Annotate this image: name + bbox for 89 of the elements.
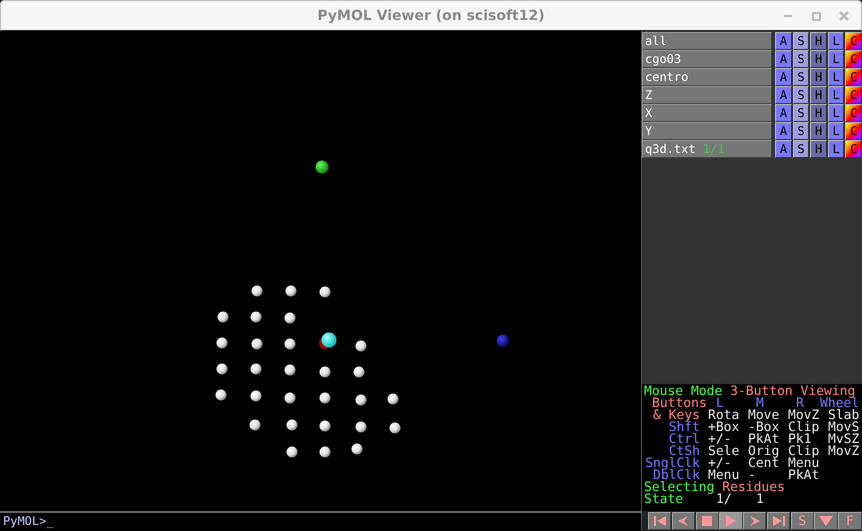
- color-menu-button[interactable]: C: [845, 68, 862, 86]
- step-forward-icon: [750, 516, 760, 526]
- color-menu-button[interactable]: C: [845, 122, 862, 140]
- color-menu-button[interactable]: C: [845, 50, 862, 68]
- first-button[interactable]: [648, 512, 672, 530]
- step-back-icon: [678, 516, 688, 526]
- selecting-label: Selecting: [644, 480, 714, 495]
- object-name-button[interactable]: Y: [642, 122, 772, 140]
- show-menu-button[interactable]: S: [792, 50, 810, 68]
- mouse-action: Orig: [748, 444, 780, 459]
- color-menu-button[interactable]: C: [845, 32, 862, 50]
- mouse-action: Clip: [788, 420, 820, 435]
- mouse-action: PkAt: [788, 468, 820, 483]
- color-menu-button[interactable]: C: [845, 104, 862, 122]
- hide-menu-button[interactable]: H: [810, 68, 827, 86]
- selecting-value: Residues: [722, 480, 785, 495]
- label-menu-button[interactable]: L: [828, 50, 844, 68]
- mouse-button-label: M: [756, 398, 764, 410]
- mouse-action: Rota: [708, 408, 740, 423]
- play-button[interactable]: [719, 512, 743, 530]
- object-name-button[interactable]: all: [642, 32, 772, 50]
- back-button[interactable]: [672, 512, 696, 530]
- label-menu-button[interactable]: L: [828, 104, 844, 122]
- skip-end-icon: [772, 516, 785, 526]
- maximize-icon: [812, 12, 820, 20]
- object-name-button[interactable]: q3d.txt 1/1: [642, 140, 772, 158]
- state-total: 1: [755, 494, 765, 506]
- state-current: 1/: [715, 494, 733, 506]
- play-icon: [726, 515, 736, 527]
- mouse-action: Menu: [708, 468, 740, 483]
- hide-menu-button[interactable]: H: [810, 140, 827, 158]
- label-menu-button[interactable]: L: [828, 86, 844, 104]
- down-triangle-icon: [819, 516, 834, 526]
- object-name-button[interactable]: centro: [642, 68, 772, 86]
- mouse-action: -: [748, 468, 756, 483]
- hide-menu-button[interactable]: H: [810, 32, 827, 50]
- show-menu-button[interactable]: S: [792, 104, 810, 122]
- atom-sphere: [496, 334, 510, 348]
- mouse-action: Move: [748, 408, 780, 423]
- mouse-action: Sele: [708, 444, 740, 459]
- mouse-action: Clip: [788, 444, 820, 459]
- hide-menu-button[interactable]: H: [810, 50, 827, 68]
- modifier-label: & Keys: [653, 408, 700, 423]
- action-menu-button[interactable]: A: [775, 68, 792, 86]
- label-menu-button[interactable]: L: [828, 140, 844, 158]
- object-state: 1/1: [702, 142, 724, 156]
- mouse-action: +/-: [708, 456, 732, 471]
- action-menu-button[interactable]: A: [775, 86, 792, 104]
- mouse-button-label: L: [716, 398, 724, 410]
- mouse-mode-label: Mouse Mode: [644, 384, 722, 399]
- label-menu-button[interactable]: L: [828, 32, 844, 50]
- object-name-button[interactable]: cgo03: [642, 50, 772, 68]
- show-menu-button[interactable]: S: [792, 68, 810, 86]
- mouse-action: MovZ: [828, 444, 860, 459]
- down-button[interactable]: [814, 512, 838, 530]
- color-menu-button[interactable]: C: [845, 86, 862, 104]
- stop-button[interactable]: [696, 512, 719, 530]
- mouse-action: Cent: [748, 456, 780, 471]
- atom-sphere: [316, 160, 328, 174]
- hide-menu-button[interactable]: H: [810, 86, 827, 104]
- show-menu-button[interactable]: S: [792, 86, 810, 104]
- mouse-action: MvSZ: [828, 432, 860, 447]
- show-menu-button[interactable]: S: [792, 122, 810, 140]
- action-menu-button[interactable]: A: [775, 50, 792, 68]
- skip-start-icon: [654, 516, 666, 526]
- action-menu-button[interactable]: A: [775, 122, 792, 140]
- action-menu-button[interactable]: A: [775, 32, 792, 50]
- state-label: State: [644, 494, 684, 506]
- label-menu-button[interactable]: L: [828, 68, 844, 86]
- label-menu-button[interactable]: L: [828, 122, 844, 140]
- show-menu-button[interactable]: S: [792, 140, 810, 158]
- window-title: PyMOL Viewer (on scisoft12): [317, 8, 545, 24]
- action-menu-button[interactable]: A: [775, 140, 792, 158]
- close-icon: [839, 11, 849, 21]
- buttons-label: Buttons: [651, 398, 708, 410]
- object-name-button[interactable]: X: [642, 104, 772, 122]
- modifier-label: SnglClk: [645, 456, 700, 471]
- show-menu-button[interactable]: S: [792, 32, 810, 50]
- object-name-button[interactable]: Z: [642, 86, 772, 104]
- color-menu-button[interactable]: C: [845, 140, 862, 158]
- minimize-icon: [784, 14, 792, 18]
- command-input[interactable]: PyMOL>_: [0, 511, 641, 531]
- mouse-action: +Box: [708, 420, 740, 435]
- hide-menu-button[interactable]: H: [810, 122, 827, 140]
- last-button[interactable]: [766, 512, 790, 530]
- forward-button[interactable]: [743, 512, 766, 530]
- action-menu-button[interactable]: A: [775, 104, 792, 122]
- hide-menu-button[interactable]: H: [810, 104, 827, 122]
- stop-icon: [702, 516, 712, 526]
